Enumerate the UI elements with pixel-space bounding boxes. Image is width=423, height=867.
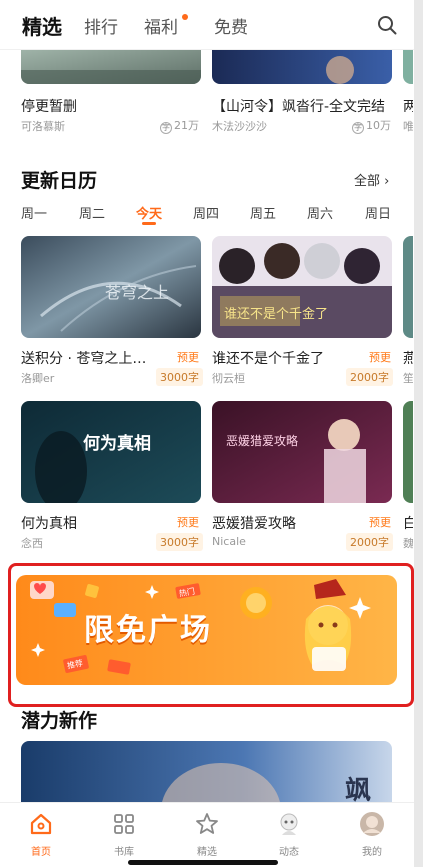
pre-update-badge: 预更 (369, 351, 391, 364)
book-cover[interactable]: 飒 (21, 741, 392, 803)
cover-title: 谁还不是个千金了 (224, 306, 328, 322)
book-cover[interactable] (21, 50, 201, 84)
book-title[interactable]: 两 (403, 96, 413, 116)
day-tab-sat[interactable]: 周六 (307, 203, 333, 222)
nav-library[interactable]: 书库 (94, 807, 154, 858)
book-author: 念西 (21, 537, 43, 550)
user-avatar (360, 812, 384, 836)
book-cover[interactable]: 谁还不是个千金了 (212, 236, 392, 338)
book-author: 可洛慕斯 (21, 120, 65, 133)
day-tab-tue[interactable]: 周二 (79, 203, 105, 222)
word-count-badge: 2000字 (346, 533, 393, 551)
cover-title: 飒 (345, 776, 371, 803)
day-tab-mon[interactable]: 周一 (21, 203, 47, 222)
book-cover[interactable]: 苍穹之上 (21, 236, 201, 338)
nav-label: 动态 (279, 847, 299, 858)
chevron-right-icon: › (384, 174, 390, 189)
top-tab-bar: 精选 排行 福利 免费 (0, 0, 423, 50)
cover-title: 苍穹之上 (105, 283, 169, 302)
book-cover[interactable] (403, 236, 413, 338)
book-title[interactable]: 谁还不是个千金了 (212, 348, 362, 368)
book-title[interactable]: 送积分 · 苍穹之上… (21, 348, 151, 368)
nav-label: 书库 (114, 847, 134, 858)
cover-title: 何为真相 (83, 433, 151, 454)
book-title[interactable]: 【山河令】飒沓行-全文完结 (212, 96, 392, 116)
book-cover[interactable]: 恶媛猎爱攻略 (212, 401, 392, 503)
book-title[interactable]: 恶媛猎爱攻略 (212, 513, 362, 533)
section-title: 更新日历 (21, 170, 98, 192)
day-tab-today[interactable]: 今天 (136, 203, 162, 222)
book-title[interactable]: 停更暂删 (21, 96, 199, 116)
book-cover[interactable]: 何为真相 (21, 401, 201, 503)
tab-ranking[interactable]: 排行 (84, 13, 118, 38)
view-all-link[interactable]: 全部 › (354, 170, 389, 189)
tab-free[interactable]: 免费 (214, 13, 248, 38)
tab-featured[interactable]: 精选 (22, 11, 62, 40)
read-count-icon: 字 (160, 122, 172, 134)
read-count-icon: 字 (352, 122, 364, 134)
home-icon (30, 813, 52, 835)
pre-update-badge: 预更 (369, 516, 391, 529)
book-title[interactable]: 何为真相 (21, 513, 151, 533)
nav-label: 精选 (197, 847, 217, 858)
book-author: 魏 (403, 537, 413, 550)
day-tab-thu[interactable]: 周四 (193, 203, 219, 222)
banner-title: 限免广场 (84, 613, 212, 648)
book-meta: 字 21万 (160, 119, 199, 134)
word-count-badge: 2000字 (346, 368, 393, 386)
grid-icon (114, 814, 134, 834)
nav-label: 我的 (362, 847, 382, 858)
home-indicator (128, 860, 278, 865)
book-cover[interactable] (403, 401, 413, 503)
day-tab-fri[interactable]: 周五 (250, 203, 276, 222)
book-author: 洛卿er (21, 372, 55, 385)
nav-feed[interactable]: 动态 (259, 807, 319, 858)
book-cover[interactable] (212, 50, 392, 84)
star-icon (196, 813, 218, 834)
scrollbar[interactable] (414, 0, 423, 867)
active-day-indicator (142, 222, 156, 225)
book-author: 唯 (403, 120, 413, 133)
book-author: 彻云桓 (212, 372, 245, 385)
pre-update-badge: 预更 (177, 516, 199, 529)
day-tab-sun[interactable]: 周日 (365, 203, 391, 222)
cover-title: 恶媛猎爱攻略 (226, 433, 298, 448)
book-cover[interactable] (403, 50, 413, 84)
book-title[interactable]: 白 (403, 513, 413, 533)
character-avatar-icon (280, 813, 298, 835)
nav-label: 首页 (31, 847, 51, 858)
book-author: Nicale (212, 535, 246, 548)
book-title[interactable]: 燕 (403, 348, 413, 368)
section-title: 潜力新作 (21, 710, 98, 732)
tab-welfare[interactable]: 福利 (144, 13, 178, 38)
book-meta: 字 10万 (352, 119, 391, 134)
pre-update-badge: 预更 (177, 351, 199, 364)
book-author: 木法沙沙沙 (212, 120, 267, 133)
nav-me[interactable]: 我的 (342, 807, 402, 858)
nav-featured[interactable]: 精选 (177, 807, 237, 858)
word-count-badge: 3000字 (156, 533, 203, 551)
bottom-nav: 首页 书库 精选 动态 我的 (0, 802, 414, 867)
search-icon[interactable] (377, 15, 397, 35)
nav-home[interactable]: 首页 (11, 807, 71, 858)
word-count-badge: 3000字 (156, 368, 203, 386)
book-author: 笙 (403, 372, 413, 385)
notification-dot (182, 14, 188, 20)
